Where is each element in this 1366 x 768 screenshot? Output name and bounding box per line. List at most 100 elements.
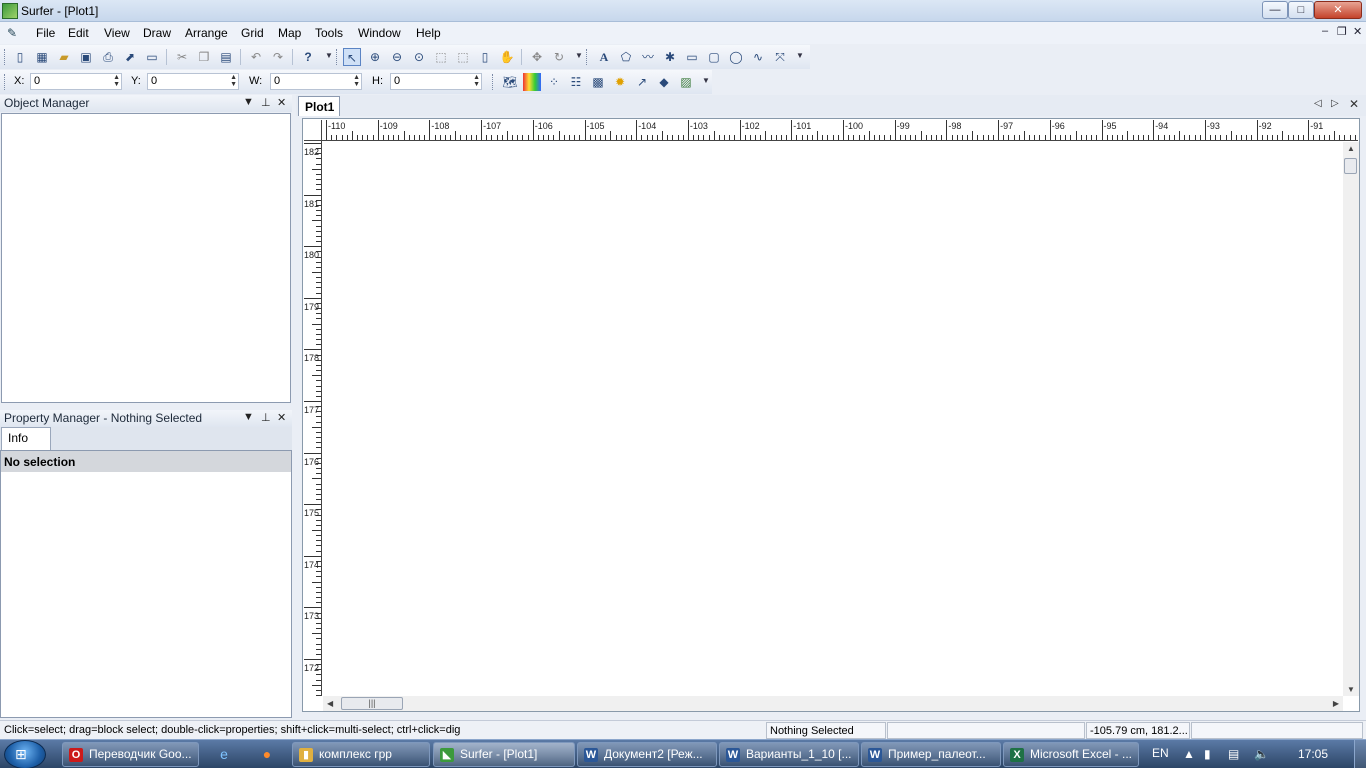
cut-icon[interactable]: ✂ — [173, 48, 191, 66]
zoom-rectangle-icon[interactable]: ⊙ — [410, 48, 428, 66]
menu-arrange[interactable]: Arrange — [185, 25, 228, 41]
tab-plot1[interactable]: Plot1 — [298, 96, 340, 116]
scroll-left-icon[interactable]: ◀ — [327, 699, 333, 708]
h-field[interactable]: 0 ▲ ▼ — [390, 73, 482, 90]
vertical-scroll-thumb[interactable] — [1344, 158, 1357, 174]
close-pane-icon[interactable]: ✕ — [277, 96, 286, 109]
mdi-restore-button[interactable]: ❐ — [1337, 25, 1347, 38]
firefox-icon[interactable]: ● — [248, 742, 286, 767]
reshape-icon[interactable]: ⤧ — [771, 48, 789, 66]
horizontal-scrollbar[interactable]: ◀ ||| ▶ — [323, 696, 1343, 711]
rotate-icon[interactable]: ↻ — [550, 48, 568, 66]
minimize-button[interactable]: — — [1262, 1, 1288, 19]
polyline-icon[interactable]: 〰 — [639, 48, 657, 66]
taskbar-item[interactable]: W Варианты_1_10 [... — [719, 742, 859, 767]
base-map-icon[interactable]: 🗺 — [501, 73, 519, 91]
show-desktop-button[interactable] — [1354, 740, 1366, 768]
open-icon[interactable]: ▰ — [55, 48, 73, 66]
color-relief-icon[interactable]: ▨ — [677, 73, 695, 91]
close-document-icon[interactable]: ✕ — [1349, 97, 1359, 111]
print-icon[interactable]: ⎙ — [99, 48, 117, 66]
page-setup-icon[interactable]: ▭ — [143, 48, 161, 66]
menu-view[interactable]: View — [104, 25, 130, 41]
taskbar-item[interactable]: W Документ2 [Реж... — [577, 742, 717, 767]
toolbar-overflow-icon[interactable]: ▼ — [702, 76, 710, 85]
trackball-icon[interactable]: ✥ — [528, 48, 546, 66]
close-button[interactable]: ✕ — [1314, 1, 1362, 19]
tab-scroll-right-icon[interactable]: ▷ — [1331, 98, 1339, 109]
copy-icon[interactable]: ❐ — [195, 48, 213, 66]
spin-arrows-icon[interactable]: ▲ ▼ — [473, 74, 480, 88]
scroll-right-icon[interactable]: ▶ — [1333, 699, 1339, 708]
clock[interactable]: 17:05 — [1298, 747, 1328, 761]
w-field[interactable]: 0 ▲ ▼ — [270, 73, 362, 90]
scroll-up-icon[interactable]: ▲ — [1347, 144, 1355, 153]
toolbar-grip[interactable] — [492, 74, 495, 90]
toolbar-grip[interactable] — [4, 74, 7, 90]
vector-map-icon[interactable]: ↗ — [633, 73, 651, 91]
taskbar-item[interactable]: O Переводчик Goo... — [62, 742, 199, 767]
volume-icon[interactable]: 🔈 — [1254, 747, 1269, 761]
shaded-relief-icon[interactable]: ✹ — [611, 73, 629, 91]
zoom-selected-icon[interactable]: ▯ — [476, 48, 494, 66]
show-hidden-icons-icon[interactable]: ▲ — [1183, 747, 1195, 761]
toolbar-grip[interactable] — [336, 49, 339, 65]
menu-map[interactable]: Map — [278, 25, 301, 41]
text-icon[interactable]: A — [595, 48, 613, 66]
toolbar-overflow-icon[interactable]: ▼ — [796, 51, 804, 60]
new-worksheet-icon[interactable]: ▦ — [33, 48, 51, 66]
spin-arrows-icon[interactable]: ▲ ▼ — [353, 74, 360, 88]
rounded-rectangle-icon[interactable]: ▢ — [705, 48, 723, 66]
menu-grid[interactable]: Grid — [241, 25, 264, 41]
menu-window[interactable]: Window — [358, 25, 401, 41]
maximize-button[interactable]: □ — [1288, 1, 1314, 19]
tab-scroll-left-icon[interactable]: ◁ — [1314, 98, 1322, 109]
horizontal-scroll-thumb[interactable]: ||| — [341, 697, 403, 710]
zoom-in-icon[interactable]: ⊕ — [366, 48, 384, 66]
x-field[interactable]: 0 ▲ ▼ — [30, 73, 122, 90]
undo-icon[interactable]: ↶ — [247, 48, 265, 66]
network-icon[interactable]: ▤ — [1228, 747, 1239, 761]
toolbar-overflow-icon[interactable]: ▼ — [575, 51, 583, 60]
mdi-minimize-button[interactable]: – — [1322, 25, 1328, 37]
rectangle-icon[interactable]: ▭ — [683, 48, 701, 66]
paste-icon[interactable]: ▤ — [217, 48, 235, 66]
spin-arrows-icon[interactable]: ▲ ▼ — [113, 74, 120, 88]
export-icon[interactable]: ⬈ — [121, 48, 139, 66]
help-icon[interactable]: ? — [299, 48, 317, 66]
symbol-icon[interactable]: ✱ — [661, 48, 679, 66]
toolbar-grip[interactable] — [586, 49, 589, 65]
taskbar-item[interactable]: ◣ Surfer - [Plot1] — [433, 742, 575, 767]
select-icon[interactable]: ↖ — [343, 48, 361, 66]
internet-explorer-icon[interactable]: e — [205, 742, 243, 767]
object-manager-tree[interactable] — [1, 113, 291, 403]
vertical-scrollbar[interactable]: ▲ ▼ — [1343, 142, 1359, 696]
pane-menu-icon[interactable]: ▼ — [243, 411, 254, 423]
menu-help[interactable]: Help — [416, 25, 441, 41]
spin-arrows-icon[interactable]: ▲ ▼ — [230, 74, 237, 88]
taskbar-item[interactable]: X Microsoft Excel - ... — [1003, 742, 1139, 767]
scroll-down-icon[interactable]: ▼ — [1347, 685, 1355, 694]
menu-tools[interactable]: Tools — [315, 25, 343, 41]
plot-canvas[interactable] — [323, 142, 1343, 696]
power-icon[interactable]: ▮ — [1204, 747, 1211, 761]
close-pane-icon[interactable]: ✕ — [277, 411, 286, 424]
toolbar-grip[interactable] — [4, 49, 7, 65]
menu-edit[interactable]: Edit — [68, 25, 89, 41]
pan-icon[interactable]: ✋ — [498, 48, 516, 66]
zoom-out-icon[interactable]: ⊖ — [388, 48, 406, 66]
new-plot-icon[interactable]: ▯ — [11, 48, 29, 66]
post-map-icon[interactable]: ⁘ — [545, 73, 563, 91]
spline-icon[interactable]: ∿ — [749, 48, 767, 66]
document-menu-icon[interactable]: ✎ — [7, 26, 23, 40]
tab-info[interactable]: Info — [1, 427, 51, 450]
toolbar-overflow-icon[interactable]: ▼ — [325, 51, 333, 60]
3d-wireframe-icon[interactable]: ◆ — [655, 73, 673, 91]
pin-icon[interactable]: ⊥ — [261, 411, 271, 424]
language-indicator[interactable]: EN — [1152, 746, 1169, 760]
ellipse-icon[interactable]: ◯ — [727, 48, 745, 66]
redo-icon[interactable]: ↷ — [269, 48, 287, 66]
menu-file[interactable]: File — [36, 25, 55, 41]
taskbar-item[interactable]: ▮ комплекс грр — [292, 742, 430, 767]
3d-surface-icon[interactable]: ▩ — [589, 73, 607, 91]
